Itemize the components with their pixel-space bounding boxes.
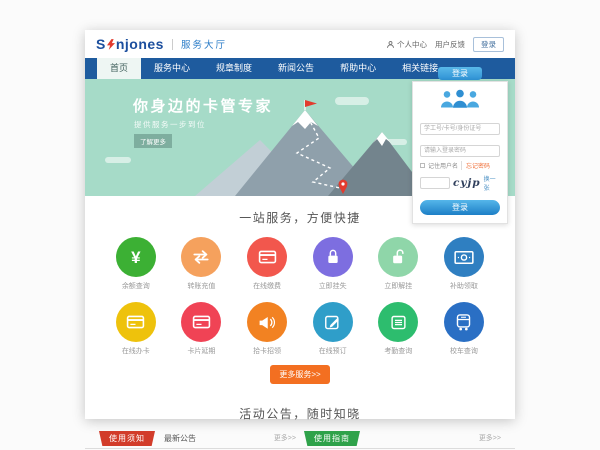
feedback-label: 用户反馈 — [435, 39, 465, 50]
header-login-button[interactable]: 登录 — [473, 37, 504, 52]
service-label: 转账充值 — [169, 281, 235, 291]
services-grid: ¥ 余额查询 转账充值 在线缴费 立即挂失 立即解挂 补助领取 在线办卡 卡片延… — [85, 226, 515, 356]
banknote-icon — [444, 237, 484, 277]
logo-divider — [172, 39, 173, 50]
service-item[interactable]: 立即解挂 — [366, 237, 432, 291]
captcha-image[interactable]: cyjp — [453, 177, 481, 189]
login-submit-button[interactable]: 登录 — [420, 200, 500, 215]
service-label: 立即解挂 — [366, 281, 432, 291]
hero-cta-button[interactable]: 了解更多 — [134, 134, 172, 148]
announcements-title: 活动公告，随时知晓 — [85, 392, 515, 422]
right-more-link[interactable]: 更多>> — [479, 431, 501, 446]
service-item[interactable]: 在线办卡 — [103, 302, 169, 356]
transfer-icon — [181, 237, 221, 277]
yen-icon: ¥ — [116, 237, 156, 277]
password-input[interactable] — [420, 145, 500, 157]
users-icon — [420, 89, 500, 113]
feedback-link[interactable]: 用户反馈 — [435, 39, 465, 50]
personal-center-label: 个人中心 — [397, 39, 427, 50]
remember-label: 记住用户名 — [428, 161, 458, 170]
lock-icon — [313, 237, 353, 277]
usage-guide-ribbon[interactable]: 使用指南 — [304, 431, 360, 446]
header-links: 个人中心 用户反馈 登录 — [386, 37, 504, 52]
usage-notice-ribbon[interactable]: 使用须知 — [99, 431, 155, 446]
forgot-password-link[interactable]: 忘记密码 — [461, 161, 490, 170]
logo-text-rest: njones — [116, 36, 164, 52]
service-item[interactable]: 拾卡招领 — [234, 302, 300, 356]
card-icon — [116, 302, 156, 342]
card-icon — [247, 237, 287, 277]
portal-name: 服务大厅 — [181, 37, 227, 51]
service-label: 卡片延期 — [169, 346, 235, 356]
service-label: 在线预订 — [300, 346, 366, 356]
announcements-row: 使用须知 最新公告 更多>> 使用指南 更多>> — [85, 431, 515, 449]
service-item[interactable]: 立即挂失 — [300, 237, 366, 291]
more-services-button[interactable]: 更多服务>> — [270, 365, 329, 384]
service-label: 余额查询 — [103, 281, 169, 291]
header: S njones 服务大厅 个人中心 用户反馈 — [85, 30, 515, 58]
service-label: 立即挂失 — [300, 281, 366, 291]
announcements-section: 活动公告，随时知晓 使用须知 最新公告 更多>> 使用指南 更多>> — [85, 392, 515, 449]
service-item[interactable]: 在线缴费 — [234, 237, 300, 291]
service-label: 在线缴费 — [234, 281, 300, 291]
captcha-refresh-link[interactable]: 换一张 — [484, 174, 500, 192]
card-icon — [181, 302, 221, 342]
login-tab[interactable]: 登录 — [438, 67, 482, 80]
service-label: 补助领取 — [431, 281, 497, 291]
service-item[interactable]: 校车查询 — [431, 302, 497, 356]
login-panel: 登录 记住用户名 忘记密码 — [412, 67, 508, 224]
services-more-wrap: 更多服务>> — [85, 356, 515, 384]
left-more-link[interactable]: 更多>> — [274, 431, 296, 446]
service-item[interactable]: ¥ 余额查询 — [103, 237, 169, 291]
announcement-panel-right: 使用指南 更多>> — [300, 431, 505, 448]
user-icon — [386, 40, 395, 49]
portal-page: S njones 服务大厅 个人中心 用户反馈 — [85, 30, 515, 419]
edit-icon — [313, 302, 353, 342]
megaphone-icon — [247, 302, 287, 342]
logo-bolt-icon — [107, 39, 115, 50]
announcement-panel-left: 使用须知 最新公告 更多>> — [95, 431, 300, 448]
nav-item-2[interactable]: 规章制度 — [203, 58, 265, 79]
personal-center-link[interactable]: 个人中心 — [386, 39, 427, 50]
logo: S njones 服务大厅 — [96, 36, 227, 52]
service-label: 在线办卡 — [103, 346, 169, 356]
service-item[interactable]: 补助领取 — [431, 237, 497, 291]
username-input[interactable] — [420, 123, 500, 135]
remember-checkbox[interactable] — [420, 163, 425, 168]
login-form: 记住用户名 忘记密码 cyjp 换一张 登录 — [412, 81, 508, 224]
service-item[interactable]: 考勤查询 — [366, 302, 432, 356]
mountain-illustration — [180, 98, 430, 196]
remember-row: 记住用户名 忘记密码 — [420, 161, 500, 170]
unlock-icon — [378, 237, 418, 277]
service-item[interactable]: 转账充值 — [169, 237, 235, 291]
nav-item-1[interactable]: 服务中心 — [141, 58, 203, 79]
desktop-background: S njones 服务大厅 个人中心 用户反馈 — [0, 0, 600, 450]
captcha-row: cyjp 换一张 — [420, 174, 500, 192]
service-item[interactable]: 在线预订 — [300, 302, 366, 356]
services-section: 一站服务，方便快捷 ¥ 余额查询 转账充值 在线缴费 立即挂失 立即解挂 补助领… — [85, 196, 515, 384]
nav-item-3[interactable]: 新闻公告 — [265, 58, 327, 79]
service-label: 拾卡招领 — [234, 346, 300, 356]
latest-announcements-tab[interactable]: 最新公告 — [164, 431, 196, 446]
nav-item-4[interactable]: 帮助中心 — [327, 58, 389, 79]
hero-banner: 你身边的卡管专家 提供服务一步到位 了解更多 登录 — [85, 79, 515, 196]
cloud-decoration — [105, 157, 131, 163]
bus-icon — [444, 302, 484, 342]
list-icon — [378, 302, 418, 342]
nav-item-0[interactable]: 首页 — [97, 58, 141, 79]
service-label: 校车查询 — [431, 346, 497, 356]
logo-text-prefix: S — [96, 36, 106, 52]
service-item[interactable]: 卡片延期 — [169, 302, 235, 356]
captcha-input[interactable] — [420, 177, 450, 189]
service-label: 考勤查询 — [366, 346, 432, 356]
